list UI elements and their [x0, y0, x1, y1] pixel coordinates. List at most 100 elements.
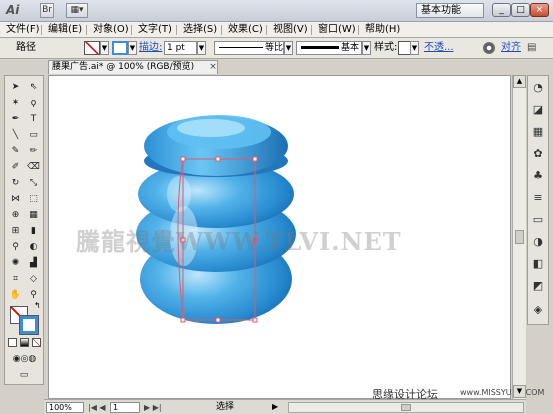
brushes-panel-icon[interactable]: ✿: [530, 146, 546, 162]
menu-divider: [358, 25, 359, 35]
brush-label: 基本: [341, 43, 360, 53]
profile-label: 等比: [265, 43, 284, 53]
menu-divider: [41, 25, 42, 35]
transform-icon[interactable]: ▤: [527, 42, 539, 54]
align-link[interactable]: 对齐: [501, 42, 521, 54]
style-dropdown-icon[interactable]: ▼: [410, 41, 419, 55]
recolor-artwork-icon[interactable]: [483, 42, 495, 54]
drawing-modes-icon[interactable]: ◉◎◍: [8, 352, 41, 366]
swatches-panel-icon[interactable]: ▦: [530, 124, 546, 140]
stroke-panel-link[interactable]: 描边:: [139, 42, 162, 54]
blob-brush-tool-icon[interactable]: ✐: [8, 160, 23, 174]
menu-select[interactable]: 选择(S): [180, 23, 220, 37]
column-graph-tool-icon[interactable]: ▟: [26, 256, 41, 270]
menu-type[interactable]: 文字(T): [135, 23, 175, 37]
document-tab[interactable]: 腰果广告.ai* @ 100% (RGB/预览): [48, 60, 218, 74]
type-tool-icon[interactable]: T: [26, 112, 41, 126]
gradient-mode-icon[interactable]: [20, 338, 29, 347]
blend-tool-icon[interactable]: ◐: [26, 240, 41, 254]
line-tool-icon[interactable]: ╲: [8, 128, 23, 142]
pen-tool-icon[interactable]: ✒: [8, 112, 23, 126]
restore-button[interactable]: □: [511, 3, 530, 17]
brush-dropdown-icon[interactable]: ▼: [362, 41, 371, 55]
rectangle-tool-icon[interactable]: ▭: [26, 128, 41, 142]
stroke-swatch[interactable]: [112, 41, 128, 55]
transparency-panel-icon[interactable]: ◑: [530, 234, 546, 250]
opacity-link[interactable]: 不透...: [424, 42, 454, 54]
horizontal-scrollbar[interactable]: [288, 402, 524, 413]
fill-swatch[interactable]: [84, 41, 100, 55]
horizontal-scroll-thumb[interactable]: [401, 404, 411, 411]
lasso-tool-icon[interactable]: ϙ: [26, 96, 41, 110]
stroke-color-icon[interactable]: [19, 315, 39, 335]
rotate-tool-icon[interactable]: ↻: [8, 176, 23, 190]
layers-panel-icon[interactable]: ◈: [530, 302, 546, 318]
width-tool-icon[interactable]: ⋈: [8, 192, 23, 206]
perspective-grid-tool-icon[interactable]: ▦: [26, 208, 41, 222]
stroke-dropdown-icon[interactable]: ▼: [128, 41, 137, 55]
hand-tool-icon[interactable]: ✋: [8, 288, 23, 302]
direct-selection-tool-icon[interactable]: ⇖: [26, 80, 41, 94]
fill-dropdown-icon[interactable]: ▼: [100, 41, 109, 55]
workspace-switcher[interactable]: 基本功能: [416, 3, 484, 18]
eyedropper-tool-icon[interactable]: ⚲: [8, 240, 23, 254]
selection-tool-icon[interactable]: ➤: [8, 80, 23, 94]
gradient-panel-icon[interactable]: ▭: [530, 212, 546, 228]
menu-help[interactable]: 帮助(H): [362, 23, 403, 37]
stroke-weight-dropdown-icon[interactable]: ▼: [197, 41, 206, 55]
menu-object[interactable]: 对象(O): [90, 23, 132, 37]
stroke-panel-icon[interactable]: ≡: [530, 190, 546, 206]
scale-tool-icon[interactable]: ⤡: [26, 176, 41, 190]
symbols-panel-icon[interactable]: ♣: [530, 168, 546, 184]
bridge-icon[interactable]: Br: [40, 3, 54, 18]
panel-dock: ◔ ◪ ▦ ✿ ♣ ≡ ▭ ◑ ◧ ◩ ◈: [527, 75, 549, 325]
menu-divider: [131, 25, 132, 35]
screen-mode-icon[interactable]: ▭: [15, 368, 33, 382]
color-mode-icon[interactable]: [8, 338, 17, 347]
mesh-tool-icon[interactable]: ⊞: [8, 224, 23, 238]
scroll-thumb[interactable]: [515, 230, 524, 244]
appearance-panel-icon[interactable]: ◧: [530, 256, 546, 272]
profile-dropdown-icon[interactable]: ▼: [284, 41, 293, 55]
variable-width-profile[interactable]: 等比: [214, 41, 284, 55]
menu-effect[interactable]: 效果(C): [225, 23, 266, 37]
color-guide-icon[interactable]: ◪: [530, 102, 546, 118]
swap-colors-icon[interactable]: ↰: [34, 302, 42, 310]
none-mode-icon[interactable]: [32, 338, 41, 347]
slice-tool-icon[interactable]: ◇: [26, 272, 41, 286]
graphic-styles-panel-icon[interactable]: ◩: [530, 278, 546, 294]
vertical-scrollbar[interactable]: ▲ ▼: [512, 75, 526, 399]
paintbrush-tool-icon[interactable]: ✎: [8, 144, 23, 158]
menu-view[interactable]: 视图(V): [270, 23, 311, 37]
menu-file[interactable]: 文件(F): [3, 23, 43, 37]
menu-window[interactable]: 窗口(W): [315, 23, 359, 37]
tools-panel: ➤ ⇖ ✶ ϙ ✒ T ╲ ▭ ✎ ✏ ✐ ⌫ ↻ ⤡ ⋈ ⬚ ⊕ ▦ ⊞ ▮ …: [4, 75, 44, 385]
color-panel-icon[interactable]: ◔: [530, 80, 546, 96]
free-transform-tool-icon[interactable]: ⬚: [26, 192, 41, 206]
artboard-number-field[interactable]: 1: [110, 402, 140, 413]
menu-edit[interactable]: 编辑(E): [45, 23, 85, 37]
artboard-nav-next-icon[interactable]: ▶ ▶|: [144, 402, 180, 413]
pencil-tool-icon[interactable]: ✏: [26, 144, 41, 158]
close-tab-icon[interactable]: ×: [208, 62, 218, 72]
brush-definition[interactable]: 基本: [296, 41, 362, 55]
arrange-documents-icon[interactable]: ▦▾: [66, 3, 88, 18]
status-menu-icon[interactable]: ▶: [272, 401, 284, 413]
scroll-down-icon[interactable]: ▼: [513, 385, 526, 398]
stroke-weight-field[interactable]: 1 pt: [164, 41, 197, 55]
jar-body: [136, 115, 296, 324]
eraser-tool-icon[interactable]: ⌫: [26, 160, 41, 174]
gradient-tool-icon[interactable]: ▮: [26, 224, 41, 238]
status-bar: 100% |◀ ◀ 1 ▶ ▶| 选择 ▶: [44, 399, 526, 414]
zoom-level-field[interactable]: 100%: [46, 402, 84, 413]
artboard-tool-icon[interactable]: ⌗: [8, 272, 23, 286]
scroll-up-icon[interactable]: ▲: [513, 75, 526, 88]
magic-wand-tool-icon[interactable]: ✶: [8, 96, 23, 110]
minimize-button[interactable]: _: [492, 3, 511, 17]
symbol-sprayer-tool-icon[interactable]: ✺: [8, 256, 23, 270]
close-button[interactable]: ×: [530, 3, 549, 17]
brush-stroke-line: [301, 46, 339, 49]
menu-divider: [266, 25, 267, 35]
shape-builder-tool-icon[interactable]: ⊕: [8, 208, 23, 222]
zoom-tool-icon[interactable]: ⚲: [26, 288, 41, 302]
